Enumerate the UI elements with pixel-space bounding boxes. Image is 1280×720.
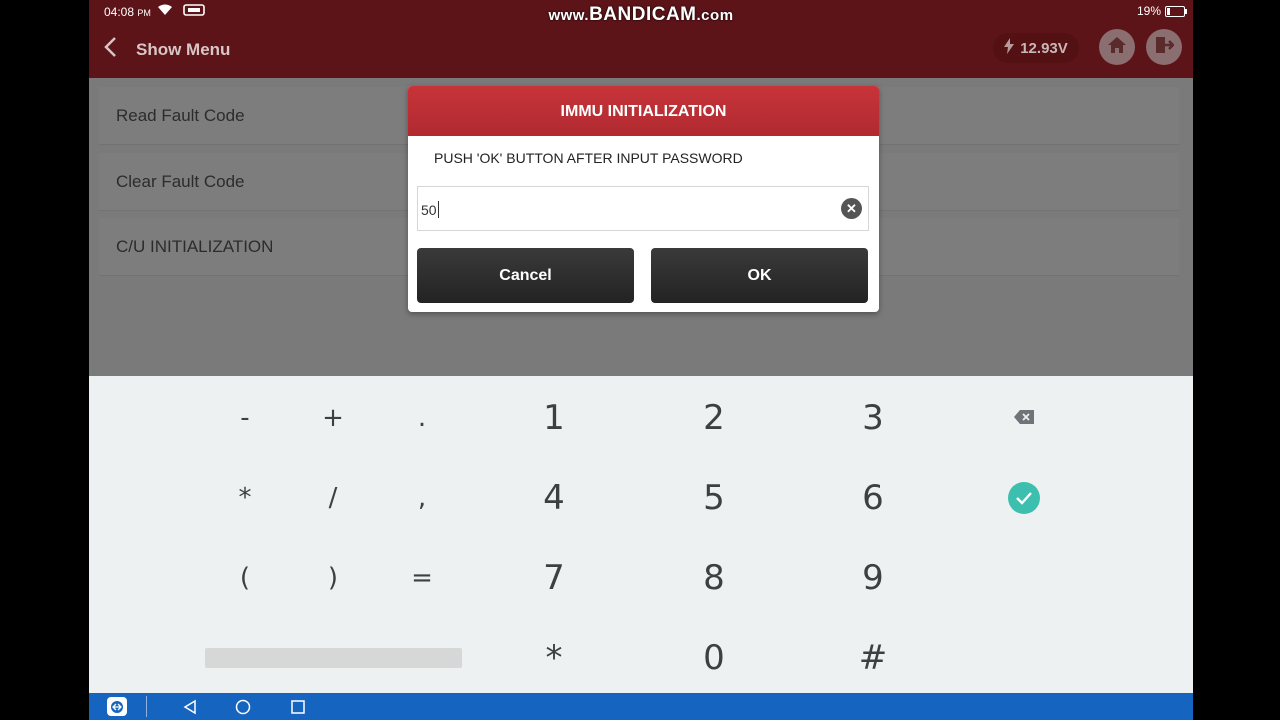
- key-period[interactable]: .: [392, 393, 452, 443]
- key-plus[interactable]: +: [303, 393, 363, 443]
- immu-initialization-dialog: IMMU INITIALIZATION PUSH 'OK' BUTTON AFT…: [408, 86, 879, 312]
- nav-back-icon[interactable]: [182, 699, 198, 720]
- back-chevron-icon[interactable]: [103, 36, 117, 64]
- show-menu-button[interactable]: Show Menu: [136, 40, 230, 60]
- numeric-keypad: - + . 1 2 3 * / , 4 5 6 ( ) = 7 8 9 * 0 …: [89, 376, 1193, 693]
- bandicam-watermark: www.BANDICAM.com: [89, 4, 1193, 26]
- key-star[interactable]: *: [524, 633, 584, 683]
- text-caret: [437, 201, 439, 218]
- menu-item-label: C/U INITIALIZATION: [116, 237, 274, 256]
- password-input[interactable]: 50 ✕: [417, 186, 869, 231]
- key-open-paren[interactable]: (: [215, 553, 275, 603]
- key-3[interactable]: 3: [843, 393, 903, 443]
- home-button[interactable]: [1099, 29, 1135, 65]
- watermark-prefix: www.: [548, 7, 590, 24]
- key-1[interactable]: 1: [524, 393, 584, 443]
- key-9[interactable]: 9: [843, 553, 903, 603]
- space-key[interactable]: [205, 648, 462, 668]
- voltage-value: 12.93V: [1020, 39, 1068, 57]
- key-equals[interactable]: =: [392, 553, 452, 603]
- key-6[interactable]: 6: [843, 473, 903, 523]
- dialog-message: PUSH 'OK' BUTTON AFTER INPUT PASSWORD: [434, 150, 743, 166]
- key-8[interactable]: 8: [684, 553, 744, 603]
- exit-icon: [1154, 36, 1175, 59]
- done-check-icon[interactable]: [1008, 482, 1040, 514]
- clear-input-icon[interactable]: ✕: [841, 198, 862, 219]
- battery-fill: [1167, 7, 1170, 15]
- password-value: 50: [421, 201, 439, 218]
- tablet-screen: 04:08 PM www.BANDICAM.com 19% Show Menu: [89, 0, 1193, 720]
- exit-button[interactable]: [1146, 29, 1182, 65]
- dialog-title: IMMU INITIALIZATION: [408, 86, 879, 136]
- key-slash[interactable]: /: [303, 473, 363, 523]
- lightning-icon: [1004, 38, 1015, 58]
- key-4[interactable]: 4: [524, 473, 584, 523]
- menu-item-label: Clear Fault Code: [116, 172, 245, 191]
- ok-button[interactable]: OK: [651, 248, 868, 303]
- home-icon: [1107, 36, 1127, 59]
- menu-item-label: Read Fault Code: [116, 106, 245, 125]
- battery-icon: [1165, 5, 1187, 17]
- voltage-indicator: 12.93V: [993, 33, 1079, 63]
- key-close-paren[interactable]: ): [303, 553, 363, 603]
- key-0[interactable]: 0: [684, 633, 744, 683]
- nav-home-icon[interactable]: [235, 699, 251, 720]
- key-5[interactable]: 5: [684, 473, 744, 523]
- navigation-bar: [89, 693, 1193, 720]
- backspace-icon[interactable]: [994, 392, 1054, 442]
- password-text: 50: [421, 202, 437, 218]
- key-2[interactable]: 2: [684, 393, 744, 443]
- remote-support-app-icon[interactable]: [107, 697, 127, 716]
- key-asterisk[interactable]: *: [215, 473, 275, 523]
- key-comma[interactable]: ,: [392, 473, 452, 523]
- key-hash[interactable]: #: [843, 633, 903, 683]
- battery-percent: 19%: [1136, 4, 1161, 18]
- cancel-button[interactable]: Cancel: [417, 248, 634, 303]
- key-minus[interactable]: -: [215, 393, 275, 443]
- app-header: 04:08 PM www.BANDICAM.com 19% Show Menu: [89, 0, 1193, 78]
- watermark-brand: BANDICAM: [589, 4, 697, 25]
- key-7[interactable]: 7: [524, 553, 584, 603]
- nav-divider: [146, 696, 147, 717]
- watermark-suffix: .com: [696, 7, 734, 24]
- battery-status: 19%: [1136, 4, 1187, 18]
- nav-recents-icon[interactable]: [290, 699, 306, 720]
